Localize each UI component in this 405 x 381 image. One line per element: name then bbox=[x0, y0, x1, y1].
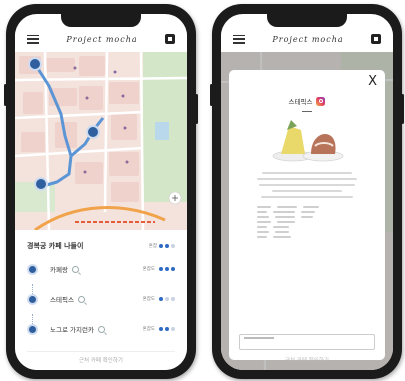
sheet-title: 경복궁 카페 나들이 bbox=[27, 242, 84, 250]
search-icon[interactable] bbox=[77, 295, 85, 303]
phone-frame-left: Project mocha 경복궁 카페 나들이 혼잡 카페랑 혼잡도 스테픽스… bbox=[4, 4, 198, 379]
power-button bbox=[401, 94, 404, 124]
level-dot bbox=[159, 244, 163, 248]
app-logo: Project mocha bbox=[66, 34, 138, 44]
level-dot bbox=[165, 244, 169, 248]
congestion-label: 혼잡도 bbox=[142, 327, 155, 332]
notch bbox=[61, 14, 141, 27]
filter-label: 혼잡 bbox=[148, 244, 157, 249]
congestion-label: 혼잡도 bbox=[142, 267, 155, 272]
congestion-filter[interactable]: 혼잡 bbox=[149, 243, 175, 249]
divider bbox=[27, 351, 175, 352]
cafe-name: 노그로 가지런카 bbox=[50, 326, 94, 334]
title-divider bbox=[302, 111, 312, 112]
cafe-photo bbox=[272, 120, 344, 162]
phone-frame-right: Project mocha X 스테픽스 근처 카페 확인하기 bbox=[210, 4, 404, 379]
notch bbox=[267, 14, 347, 27]
instagram-icon[interactable] bbox=[316, 96, 326, 106]
cafe-detail-card: X 스테픽스 bbox=[229, 70, 385, 360]
list-item[interactable]: 카페랑 혼잡도 bbox=[27, 254, 175, 284]
congestion-meter: 혼잡도 bbox=[143, 296, 175, 302]
app-bar: Project mocha bbox=[221, 27, 393, 51]
cafe-name: 카페랑 bbox=[50, 266, 68, 274]
congestion-meter: 혼잡도 bbox=[143, 326, 175, 332]
volume-button bbox=[4, 84, 7, 106]
map-pin[interactable] bbox=[34, 177, 48, 191]
cafe-pin-icon bbox=[27, 263, 38, 275]
volume-button bbox=[210, 84, 213, 106]
cafe-pin-icon bbox=[27, 293, 38, 305]
map-view[interactable] bbox=[15, 52, 187, 230]
cafe-info-table bbox=[239, 206, 375, 238]
app-logo: Project mocha bbox=[272, 34, 344, 44]
level-dot bbox=[171, 244, 175, 248]
cafe-description bbox=[239, 172, 375, 198]
search-icon[interactable] bbox=[97, 325, 105, 333]
map-pin[interactable] bbox=[28, 57, 42, 71]
cafe-pin-icon bbox=[27, 323, 38, 335]
screen-left: Project mocha 경복궁 카페 나들이 혼잡 카페랑 혼잡도 스테픽스… bbox=[15, 14, 187, 370]
power-button bbox=[195, 94, 198, 124]
list-item[interactable]: 스테픽스 혼잡도 bbox=[27, 284, 175, 314]
app-bar: Project mocha bbox=[15, 27, 187, 51]
congestion-label: 혼잡도 bbox=[142, 297, 155, 302]
close-icon[interactable]: X bbox=[368, 74, 377, 89]
menu-icon[interactable] bbox=[27, 34, 39, 44]
profile-button[interactable] bbox=[165, 34, 175, 44]
nearby-cafes-link[interactable]: 근처 카페 확인하기 bbox=[15, 356, 187, 364]
cafe-name: 스테픽스 bbox=[50, 296, 74, 304]
map-pin[interactable] bbox=[86, 125, 100, 139]
congestion-meter: 혼잡도 bbox=[143, 266, 175, 272]
search-icon[interactable] bbox=[71, 265, 79, 273]
nearby-cafes-link[interactable]: 근처 카페 확인하기 bbox=[221, 356, 393, 364]
screen-right: Project mocha X 스테픽스 근처 카페 확인하기 bbox=[221, 14, 393, 370]
memo-input[interactable] bbox=[239, 334, 375, 350]
cafe-title: 스테픽스 bbox=[288, 98, 313, 106]
cafe-list-sheet: 경복궁 카페 나들이 혼잡 카페랑 혼잡도 스테픽스 혼잡도 노그로 가지런카 … bbox=[15, 230, 187, 370]
list-item[interactable]: 노그로 가지런카 혼잡도 bbox=[27, 314, 175, 344]
menu-icon[interactable] bbox=[233, 34, 245, 44]
profile-button[interactable] bbox=[371, 34, 381, 44]
